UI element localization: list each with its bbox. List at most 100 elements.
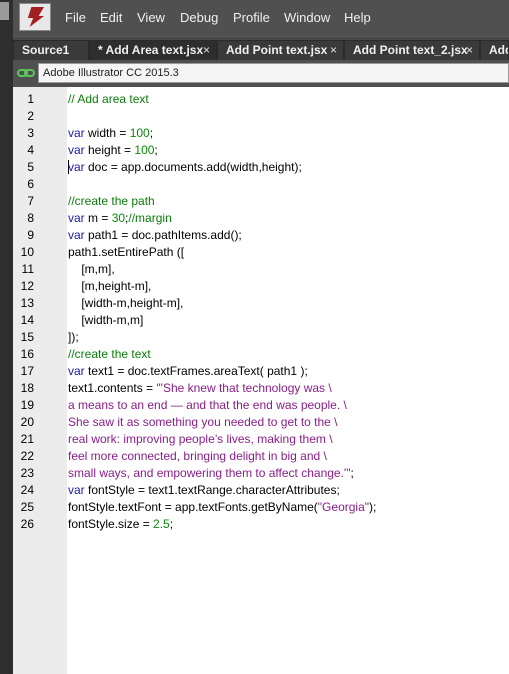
menu-window[interactable]: Window <box>284 10 330 25</box>
line-number: 9 <box>27 228 34 242</box>
code-token: fontStyle.textFont = app.textFonts.getBy… <box>68 500 318 514</box>
left-panel-strip <box>0 0 13 674</box>
menu-bar: File Edit View Debug Profile Window Help <box>13 0 509 36</box>
line-number: 17 <box>20 364 34 378</box>
code-line[interactable]: var height = 100; <box>68 143 158 157</box>
code-token: var <box>68 211 85 225</box>
line-number: 13 <box>20 296 34 310</box>
code-line[interactable]: var m = 30;//margin <box>68 211 172 225</box>
line-number: 3 <box>27 126 34 140</box>
code-line[interactable]: var path1 = doc.pathItems.add(); <box>68 228 242 242</box>
code-line[interactable]: ]); <box>68 330 79 344</box>
line-number: 15 <box>20 330 34 344</box>
code-token: 30 <box>111 211 126 225</box>
close-icon[interactable]: × <box>466 43 473 57</box>
tab-label: Add <box>489 43 508 57</box>
code-line[interactable]: text1.contents = "'She knew that technol… <box>68 381 332 395</box>
line-number-gutter: 1 2 3 4 5 6 7 8 9 10 11 12 13 14 15 16 17 18 19 20 21 22 23 24 2… <box>13 87 67 674</box>
code-token: var <box>68 160 85 174</box>
code-token: real work: improving people’s lives, mak… <box>68 432 333 446</box>
code-token: [m,height-m], <box>68 279 152 293</box>
code-token: feel more connected, bringing delight in… <box>68 449 327 463</box>
code-line[interactable]: [m,m], <box>68 262 115 276</box>
collapsed-panel-tab[interactable] <box>0 2 9 20</box>
line-number: 22 <box>20 449 34 463</box>
line-number: 16 <box>20 347 34 361</box>
code-token: text1.contents = <box>68 381 157 395</box>
tab-label: Source1 <box>22 43 70 57</box>
tab-add-point-text[interactable]: Add Point text.jsx × <box>217 40 344 60</box>
line-number: 26 <box>20 517 34 531</box>
code-line[interactable]: // Add area text <box>68 92 149 106</box>
line-number: 23 <box>20 466 34 480</box>
code-line[interactable]: real work: improving people’s lives, mak… <box>68 432 333 446</box>
code-token: //margin <box>128 211 172 225</box>
line-number: 1 <box>27 92 34 106</box>
code-line[interactable]: She saw it as something you needed to ge… <box>68 415 338 429</box>
close-icon[interactable]: × <box>330 43 337 57</box>
tab-add-point-text-2[interactable]: Add Point text_2.jsx × <box>344 40 480 60</box>
code-editor[interactable]: 1 2 3 4 5 6 7 8 9 10 11 12 13 14 15 16 17 18 19 20 21 22 23 24 2… <box>13 87 509 674</box>
code-line[interactable]: [m,height-m], <box>68 279 151 293</box>
menu-edit[interactable]: Edit <box>100 10 122 25</box>
line-number: 11 <box>21 262 34 276</box>
code-line[interactable]: [width-m,m] <box>68 313 143 327</box>
code-line[interactable]: [width-m,height-m], <box>68 296 183 310</box>
code-line[interactable]: var width = 100; <box>68 126 153 140</box>
code-line[interactable]: a means to an end — and that the end was… <box>68 398 347 412</box>
code-token: var <box>68 228 85 242</box>
code-token: // Add area text <box>68 92 149 106</box>
tab-label: Add Point text_2.jsx <box>353 43 468 57</box>
tab-add-area-text[interactable]: * Add Area text.jsx × <box>89 40 217 60</box>
line-number: 18 <box>20 381 34 395</box>
tab-source1[interactable]: Source1 <box>13 40 89 60</box>
document-tab-bar: Source1 * Add Area text.jsx × Add Point … <box>13 36 509 61</box>
code-line[interactable]: var doc = app.documents.add(width,height… <box>68 160 302 174</box>
code-token: ; <box>169 517 174 531</box>
code-token: ); <box>369 500 377 514</box>
menu-file[interactable]: File <box>65 10 86 25</box>
code-token: She saw it as something you needed to ge… <box>68 415 338 429</box>
code-token: [m,m], <box>68 262 115 276</box>
code-token: ; <box>350 466 354 480</box>
menu-profile[interactable]: Profile <box>233 10 270 25</box>
menu-view[interactable]: View <box>137 10 165 25</box>
tab-add-overflow[interactable]: Add <box>480 40 509 60</box>
line-number: 6 <box>27 177 34 191</box>
code-token: [width-m,m] <box>68 313 144 327</box>
code-token: var <box>68 483 85 497</box>
line-number: 10 <box>20 245 34 259</box>
code-line[interactable]: //create the path <box>68 194 155 208</box>
code-token: "'She knew that technology was \ <box>156 381 332 395</box>
target-application-select[interactable]: Adobe Illustrator CC 2015.3 <box>38 63 509 83</box>
menu-help[interactable]: Help <box>344 10 371 25</box>
menu-debug[interactable]: Debug <box>180 10 218 25</box>
chain-link-icon[interactable] <box>17 68 35 78</box>
code-token: a means to an end — and that the end was… <box>68 398 347 412</box>
code-line[interactable]: fontStyle.size = 2.5; <box>68 517 173 531</box>
line-number: 12 <box>20 279 34 293</box>
code-token: ; <box>154 143 158 157</box>
code-line[interactable]: var text1 = doc.textFrames.areaText( pat… <box>68 364 308 378</box>
line-number: 5 <box>27 160 34 174</box>
close-icon[interactable]: × <box>203 43 210 57</box>
line-number: 25 <box>20 500 34 514</box>
line-number: 21 <box>20 432 34 446</box>
code-token: ]); <box>68 330 79 344</box>
code-line[interactable]: fontStyle.textFont = app.textFonts.getBy… <box>68 500 376 514</box>
code-token: 100 <box>129 126 150 140</box>
line-number: 19 <box>20 398 34 412</box>
code-line[interactable]: //create the text <box>68 347 151 361</box>
code-token: text1 = doc.textFrames.areaText( path1 )… <box>84 364 308 378</box>
tab-label: Add Point text.jsx <box>226 43 328 57</box>
code-line[interactable]: var fontStyle = text1.textRange.characte… <box>68 483 340 497</box>
code-line[interactable]: feel more connected, bringing delight in… <box>68 449 327 463</box>
code-line[interactable]: small ways, and empowering them to affec… <box>68 466 354 480</box>
line-number: 24 <box>20 483 34 497</box>
code-token: small ways, and empowering them to affec… <box>68 466 351 480</box>
line-number: 14 <box>20 313 34 327</box>
code-token: m = <box>84 211 112 225</box>
code-token: var <box>68 364 85 378</box>
line-number: 8 <box>27 211 34 225</box>
code-line[interactable]: path1.setEntirePath ([ <box>68 245 184 259</box>
